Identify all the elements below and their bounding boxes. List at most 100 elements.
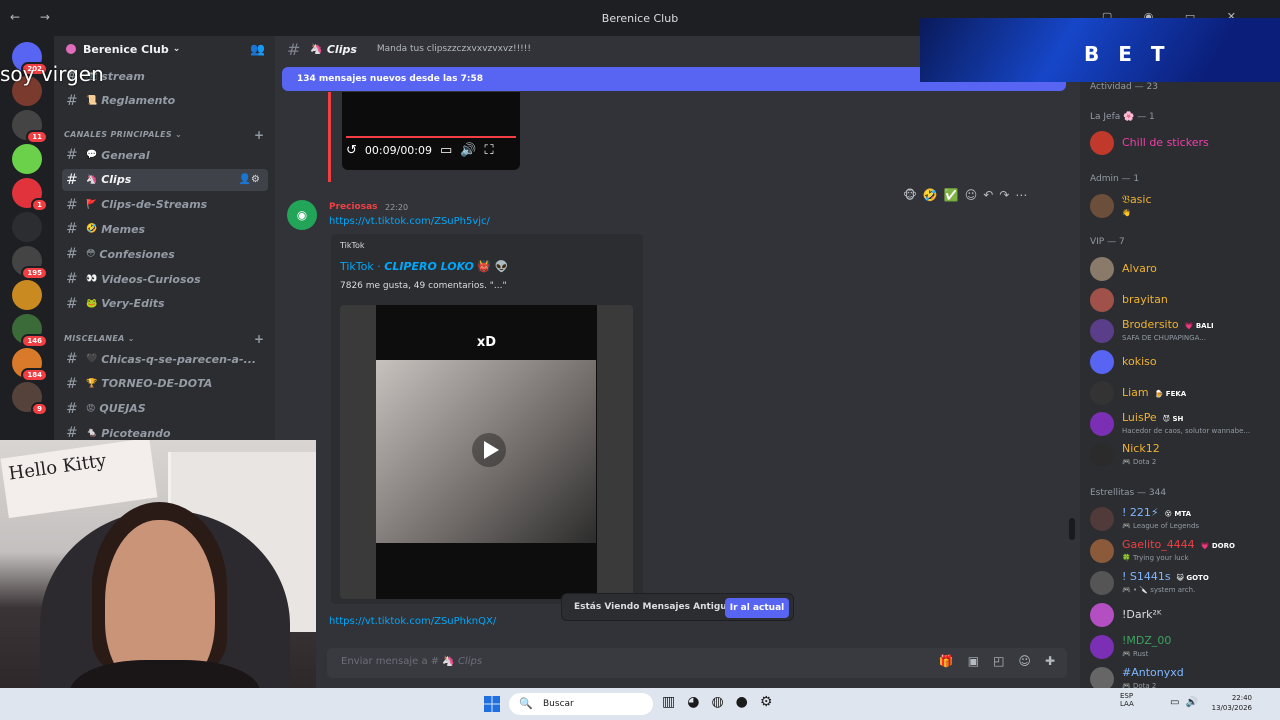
server-icon[interactable] <box>12 212 42 242</box>
avatar <box>1090 381 1114 405</box>
channel-veryedits[interactable]: # 🐸 Very-Edits <box>62 293 268 315</box>
member-item[interactable]: Brodersito 💗 BALI SAFA DE CHUPAPINGA... <box>1088 316 1274 346</box>
avatar <box>1090 131 1114 155</box>
volume-icon[interactable]: 🔊 <box>460 143 476 158</box>
message-author[interactable]: Preciosas <box>329 202 378 212</box>
member-item[interactable]: Gaelito_4444 💗 DORO 🍀 Trying your luck <box>1088 536 1274 566</box>
embed-title[interactable]: TikTok · CLIPERO LOKO 👹 👽 <box>340 260 508 273</box>
avatar <box>1090 603 1114 627</box>
taskbar: 🔍 Buscar ▥ ◕ ◍ ● ⚙ ESP LAA ▭🔊 22:40 13/03/2… <box>0 688 1280 720</box>
member-item[interactable]: ! 221⚡ 😵 MTA 🎮 League of Legends <box>1088 504 1274 534</box>
reaction-emoji-2[interactable]: 🤣 <box>923 188 938 202</box>
clock[interactable]: 22:40 13/03/2026 <box>1208 693 1252 713</box>
captions-icon[interactable]: ▭ <box>440 143 452 158</box>
jump-to-present-button[interactable]: Ir al actual <box>725 598 789 618</box>
channel-emoji: 👀 <box>86 274 98 284</box>
apps-icon[interactable]: ✚ <box>1045 654 1055 668</box>
member-name: Gaelito_4444 💗 DORO <box>1122 538 1235 551</box>
channel-emoji: 🦄 <box>86 174 98 185</box>
member-item[interactable]: ! S1441s 😺 GOTO 🎮 • 🔪 system arch. <box>1088 568 1274 598</box>
server-icon[interactable]: 1 <box>12 178 48 212</box>
member-item[interactable]: Liam 🍺 FEKA <box>1088 378 1274 408</box>
chrome-icon[interactable]: ◍ <box>711 694 723 710</box>
discord-avatar-icon[interactable]: ◉ <box>287 200 317 230</box>
tiktok-link-1[interactable]: https://vt.tiktok.com/ZSuPh5vjc/ <box>329 216 490 227</box>
member-item[interactable]: brayitan <box>1088 285 1274 315</box>
channel-videoscuriosos[interactable]: # 👀 Videos-Curiosos <box>62 268 268 290</box>
channel-clipsdestreams[interactable]: # 🚩 Clips-de-Streams <box>62 194 268 216</box>
embed-description: 7826 me gusta, 49 comentarios. "..." <box>340 281 507 291</box>
reaction-check-icon[interactable]: ✅ <box>944 188 959 202</box>
channel-topic[interactable]: Manda tus clipszzczxvxvzvxvz!!!!! <box>377 44 531 54</box>
message-time: 22:20 <box>385 203 409 212</box>
channel-confesiones[interactable]: # 😳 Confesiones <box>62 243 268 265</box>
play-icon[interactable] <box>472 433 506 467</box>
hash-icon: # <box>66 425 78 442</box>
category-header[interactable]: MISCELANEA ⌄ + <box>64 332 264 346</box>
channel-clips[interactable]: # 🦄 Clips 👤⚙ <box>62 168 268 191</box>
member-item[interactable]: LuisPe 😈 SH Hacedor de caos, solutor wanna… <box>1088 409 1274 439</box>
activity-header[interactable]: Actividad — 23 <box>1090 82 1158 92</box>
server-icon[interactable] <box>12 280 42 310</box>
channel-general[interactable]: # 💬 General <box>62 144 268 166</box>
tiktok-link-2[interactable]: https://vt.tiktok.com/ZSuPhknQX/ <box>329 616 496 627</box>
member-name: ! S1441s 😺 GOTO <box>1122 570 1209 583</box>
sticker-icon[interactable]: ◰ <box>993 654 1004 668</box>
server-icon[interactable]: 184 <box>12 348 48 382</box>
channel-settings-icon[interactable]: 👤⚙ <box>239 174 260 185</box>
member-tag: 😵 MTA <box>1164 510 1191 518</box>
gif-icon[interactable]: ▣ <box>968 654 979 668</box>
video-player[interactable]: ↺ 00:09/00:09 ▭ 🔊 ⛶ <box>342 92 520 170</box>
webcam-overlay: Hello Kitty <box>0 440 316 720</box>
member-status: 🎮 • 🔪 system arch. <box>1122 586 1196 594</box>
add-reaction-icon[interactable]: ☺ <box>965 188 978 202</box>
embed-thumbnail[interactable]: xD <box>340 305 633 599</box>
message-composer[interactable]: Enviar mensaje a # 🦄 Clips 🎁 ▣ ◰ ☺ ✚ <box>327 648 1067 678</box>
composer-placeholder: Enviar mensaje a # 🦄 Clips <box>341 656 483 667</box>
member-item[interactable]: Nick12 🎮 Dota 2 <box>1088 440 1274 470</box>
video-progress[interactable] <box>346 136 516 138</box>
forward-icon[interactable]: ↷ <box>999 188 1009 202</box>
replay-icon[interactable]: ↺ <box>346 143 357 158</box>
member-item[interactable]: Chill de stickers <box>1088 128 1274 158</box>
member-tag: 💗 DORO <box>1200 542 1235 550</box>
channel-memes[interactable]: # 🤣 Memes <box>62 218 268 240</box>
windows-start-icon[interactable] <box>484 696 500 712</box>
member-item[interactable]: Alvaro <box>1088 254 1274 284</box>
category-header[interactable]: CANALES PRINCIPALES ⌄ + <box>64 128 264 142</box>
server-icon[interactable] <box>12 144 42 174</box>
record-app-icon[interactable]: ● <box>736 694 748 710</box>
member-item[interactable]: kokiso <box>1088 347 1274 377</box>
discord-app-icon[interactable]: ◕ <box>687 694 699 710</box>
gift-icon[interactable]: 🎁 <box>939 654 954 668</box>
task-view-icon[interactable]: ▥ <box>662 694 675 710</box>
add-person-icon[interactable]: 👥 <box>250 42 265 56</box>
server-icon[interactable]: 9 <box>12 382 48 416</box>
fullscreen-icon[interactable]: ⛶ <box>485 143 494 158</box>
channel-emoji: 😳 <box>86 249 96 260</box>
channel-label: Reglamento <box>101 94 176 108</box>
taskbar-search[interactable]: 🔍 Buscar <box>509 693 653 715</box>
nav-arrows[interactable]: ← → <box>10 10 58 24</box>
channel-chicasqseparecena[interactable]: # 🖤 Chicas-q-se-parecen-a-... <box>62 348 268 370</box>
channel-reglamento[interactable]: # 📜 Reglamento <box>62 90 268 112</box>
scrollbar[interactable] <box>1069 518 1075 540</box>
emoji-icon[interactable]: ☺ <box>1018 654 1031 668</box>
member-item[interactable]: !Dark²ᴷ <box>1088 600 1274 630</box>
channel-quejas[interactable]: # 😡 QUEJAS <box>62 398 268 420</box>
server-icon[interactable]: 195 <box>12 246 48 280</box>
reply-icon[interactable]: ↶ <box>983 188 993 202</box>
tray-icons[interactable]: ▭🔊 <box>1170 697 1204 708</box>
member-name: LuisPe 😈 SH <box>1122 411 1184 424</box>
language-indicator[interactable]: ESP LAA <box>1120 692 1134 708</box>
server-icon[interactable]: 146 <box>12 314 48 348</box>
server-icon[interactable]: 11 <box>12 110 48 144</box>
steam-icon[interactable]: ⚙ <box>760 694 773 710</box>
channel-torneodedota[interactable]: # 🏆 TORNEO-DE-DOTA <box>62 373 268 395</box>
server-badge: 146 <box>21 334 48 348</box>
more-icon[interactable]: ⋯ <box>1015 188 1027 202</box>
server-header[interactable]: Berenice Club ⌄ 👥 <box>54 36 275 62</box>
reaction-emoji-1[interactable]: 🐵 <box>903 188 917 202</box>
member-item[interactable]: !MDZ_00 🎮 Rust <box>1088 632 1274 662</box>
member-item[interactable]: 𝔅asic 👋 <box>1088 191 1274 221</box>
